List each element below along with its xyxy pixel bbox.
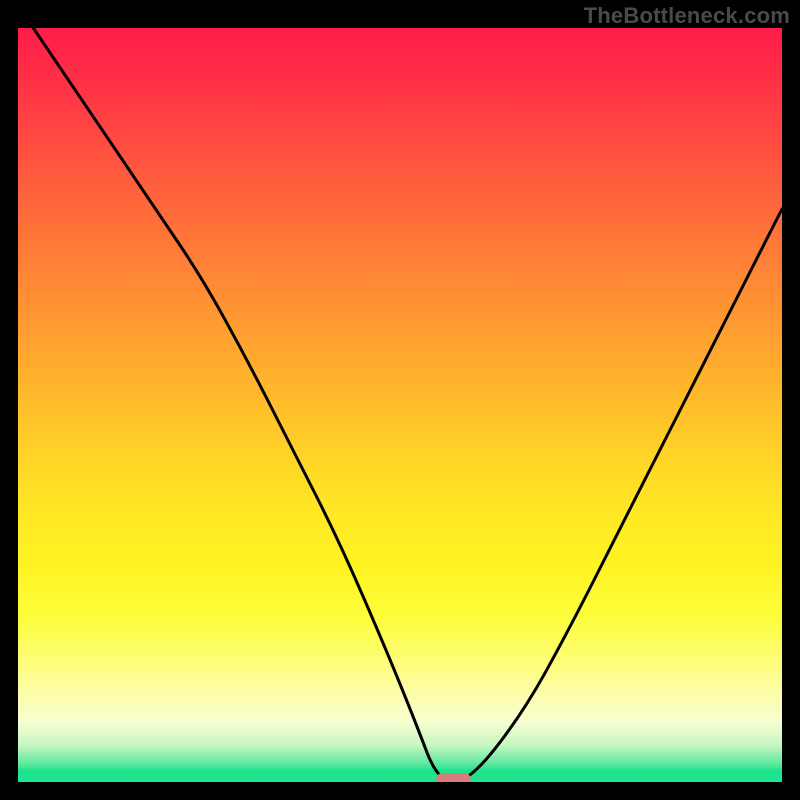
- chart-frame: TheBottleneck.com: [0, 0, 800, 800]
- bottleneck-curve: [33, 28, 782, 782]
- bottleneck-curve-svg: [18, 28, 782, 782]
- optimal-marker: [436, 773, 470, 782]
- plot-area: [18, 28, 782, 782]
- attribution-text: TheBottleneck.com: [584, 3, 790, 29]
